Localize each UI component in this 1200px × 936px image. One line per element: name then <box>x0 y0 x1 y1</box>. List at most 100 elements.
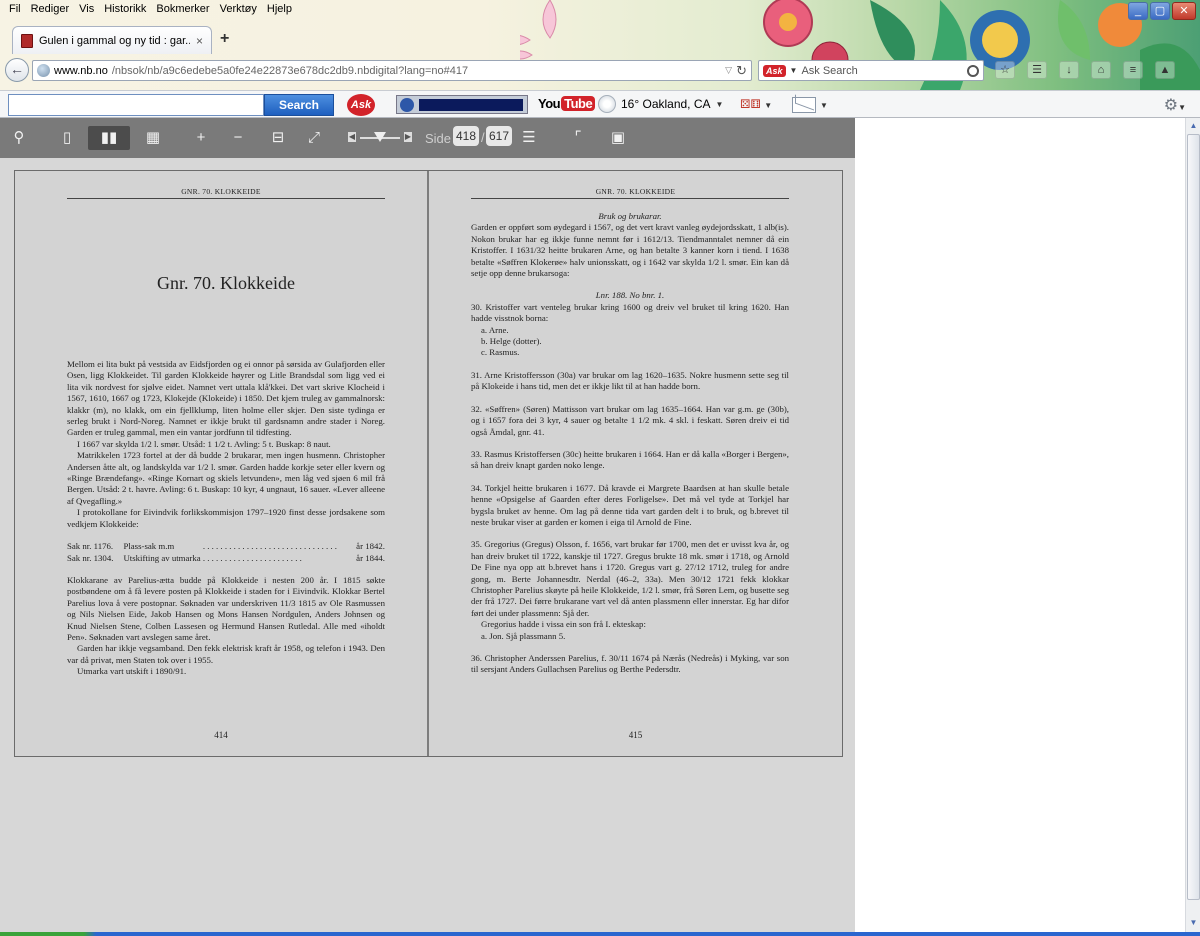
table-of-contents-icon[interactable]: ☰ <box>517 126 541 150</box>
header-rule <box>67 198 385 199</box>
bookmark-star-icon[interactable]: ☆ <box>995 61 1015 79</box>
ask-engine-icon[interactable]: Ask <box>763 64 786 77</box>
menu-help[interactable]: Hjelp <box>262 0 297 18</box>
fit-width-icon[interactable]: ⊟ <box>266 126 290 150</box>
book-spread: GNR. 70. KLOKKEIDE Gnr. 70. Klokkeide Me… <box>14 170 843 757</box>
search-icon[interactable] <box>967 64 979 77</box>
menu-file[interactable]: Fil <box>4 0 26 18</box>
child-item: c. Rasmus. <box>481 347 520 358</box>
child-item: a. Jon. Sjå plassmann 5. <box>481 630 566 641</box>
nav-icons: ☆ ☰ ↓ ⌂ ≡ ▲ <box>995 61 1175 79</box>
menu-icon[interactable]: ≡ <box>1123 61 1143 79</box>
slider-thumb[interactable] <box>374 132 386 142</box>
download-icon[interactable]: ↓ <box>1059 61 1079 79</box>
slider-right-icon[interactable]: ▶ <box>404 132 412 142</box>
radio-player[interactable] <box>396 95 528 114</box>
tab-strip: Gulen i gammal og ny tid : gar... × + <box>0 24 1200 54</box>
child-item: b. Helge (dotter). <box>481 336 542 347</box>
url-dropdown-icon[interactable]: ▽ <box>725 65 732 76</box>
vertical-scrollbar[interactable]: ▲ ▼ <box>1185 118 1200 932</box>
entry-33: 33. Rasmus Kristoffersen (30c) heitte br… <box>471 448 789 471</box>
entry-36: 36. Christopher Anderssen Parelius, f. 3… <box>471 653 789 675</box>
reload-icon[interactable]: ↻ <box>736 63 747 79</box>
leader-dots: . . . . . . . . . . . . . . . . . . . . … <box>200 541 337 552</box>
toolbar-search-button[interactable]: Search <box>264 94 334 116</box>
zoom-in-icon[interactable]: + <box>189 126 213 150</box>
url-path: /nbsok/nb/a9c6edebe5a0fe24e22873e678dc2d… <box>111 64 469 77</box>
page-414: GNR. 70. KLOKKEIDE Gnr. 70. Klokkeide Me… <box>15 171 427 756</box>
menu-bookmarks[interactable]: Bokmerker <box>151 0 214 18</box>
weather-dropdown-icon[interactable]: ▼ <box>716 100 724 109</box>
book-viewer: ⚲ ▯ ▮▮ ▦ + − ⊟ ⤢ ◀ ▶ Side 418 / 617 ☰ ⌜ … <box>0 118 855 936</box>
blank-side-panel <box>855 118 1185 936</box>
sak-year: år 1842. <box>356 541 385 552</box>
entry-30: 30. Kristoffer vart venteleg brukar krin… <box>471 301 789 324</box>
menu-bar: Fil Rediger Vis Historikk Bokmerker Verk… <box>0 0 297 18</box>
weather-text: 16° Oakland, CA <box>621 97 711 111</box>
zoom-slider[interactable]: ◀ ▶ <box>348 130 414 146</box>
ask-toolbar: Search Ask You Tube 16° Oakland, CA ▼ ⚄⚅ … <box>0 90 1200 118</box>
menu-history[interactable]: Historikk <box>99 0 151 18</box>
header-rule <box>471 198 789 199</box>
thumbnail-grid-icon[interactable]: ▦ <box>141 126 165 150</box>
scrollbar-thumb[interactable] <box>1187 134 1200 900</box>
page-415: GNR. 70. KLOKKEIDE Bruk og brukarar. Gar… <box>429 171 842 756</box>
url-host: www.nb.no <box>54 64 108 77</box>
running-head-right: GNR. 70. KLOKKEIDE <box>595 187 676 196</box>
zoom-out-icon[interactable]: − <box>226 126 250 150</box>
page-number-right: 415 <box>628 730 643 740</box>
games-widget[interactable]: ⚄⚅ ▼ <box>740 97 772 111</box>
play-icon[interactable] <box>400 98 414 112</box>
entry-32: 32. «Søffren» (Søren) Mattisson vart bru… <box>471 403 789 437</box>
ask-search-box[interactable]: Ask ▼ Ask Search <box>758 60 984 81</box>
engine-dropdown-icon[interactable]: ▼ <box>790 66 798 75</box>
viewer-search-icon[interactable]: ⚲ <box>7 126 31 150</box>
mail-icon[interactable] <box>792 97 816 113</box>
ask-logo-icon[interactable]: Ask <box>347 94 375 116</box>
right-body-text: Bruk og brukarar. Garden er oppført som … <box>471 211 789 676</box>
fullscreen-icon[interactable]: ⤢ <box>302 126 326 150</box>
paragraph: Garden er oppført som øydegard i 1567, o… <box>471 222 789 279</box>
close-window-button[interactable]: ✕ <box>1172 2 1196 20</box>
youtube-you: You <box>538 96 561 111</box>
browser-chrome: Fil Rediger Vis Historikk Bokmerker Verk… <box>0 0 1200 118</box>
single-page-icon[interactable]: ▯ <box>55 126 79 150</box>
page-number-left: 414 <box>214 730 228 740</box>
menu-edit[interactable]: Rediger <box>26 0 75 18</box>
weather-icon <box>598 95 616 113</box>
maximize-button[interactable]: ▢ <box>1150 2 1170 20</box>
fit-page-icon[interactable]: ▣ <box>606 126 630 150</box>
menu-view[interactable]: Vis <box>74 0 99 18</box>
scroll-down-icon[interactable]: ▼ <box>1187 916 1200 930</box>
scroll-up-icon[interactable]: ▲ <box>1187 119 1200 133</box>
tab-close-icon[interactable]: × <box>196 34 203 48</box>
gear-icon[interactable]: ⚙▼ <box>1164 95 1186 115</box>
addon-shield-icon[interactable]: ▲ <box>1155 61 1175 79</box>
menu-tools[interactable]: Verktøy <box>215 0 262 18</box>
weather-widget[interactable]: 16° Oakland, CA ▼ <box>598 95 723 113</box>
youtube-button[interactable]: You Tube <box>538 96 596 111</box>
back-button[interactable]: ← <box>5 58 29 82</box>
toolbar-search-input[interactable] <box>8 94 264 116</box>
slider-left-icon[interactable]: ◀ <box>348 132 356 142</box>
paragraph: Matrikkelen 1723 fortel at der då budde … <box>67 450 385 506</box>
subsection-title: Lnr. 188. No bnr. 1. <box>595 290 665 301</box>
paragraph: I 1667 var skylda 1/2 l. smør. Utsåd: 1 … <box>77 438 331 449</box>
address-bar[interactable]: www.nb.no/nbsok/nb/a9c6edebe5a0fe24e2287… <box>32 60 752 81</box>
current-page-input[interactable]: 418 <box>453 126 480 146</box>
player-screen <box>419 99 523 111</box>
window-controls: _ ▢ ✕ <box>1128 2 1196 20</box>
bookmarks-list-icon[interactable]: ☰ <box>1027 61 1047 79</box>
two-page-icon[interactable]: ▮▮ <box>88 126 130 150</box>
ask-search-placeholder: Ask Search <box>801 64 858 77</box>
new-tab-button[interactable]: + <box>220 30 229 48</box>
mail-dropdown-icon[interactable]: ▼ <box>820 101 828 110</box>
minimize-button[interactable]: _ <box>1128 2 1148 20</box>
home-icon[interactable]: ⌂ <box>1091 61 1111 79</box>
crop-icon[interactable]: ⌜ <box>566 126 590 150</box>
games-dropdown-icon[interactable]: ▼ <box>764 101 772 110</box>
sak-number: Sak nr. 1176. <box>67 541 114 552</box>
tab-gulen-book[interactable]: Gulen i gammal og ny tid : gar... × <box>12 26 212 54</box>
total-pages: 617 <box>486 126 513 146</box>
back-arrow-icon: ← <box>10 61 24 77</box>
